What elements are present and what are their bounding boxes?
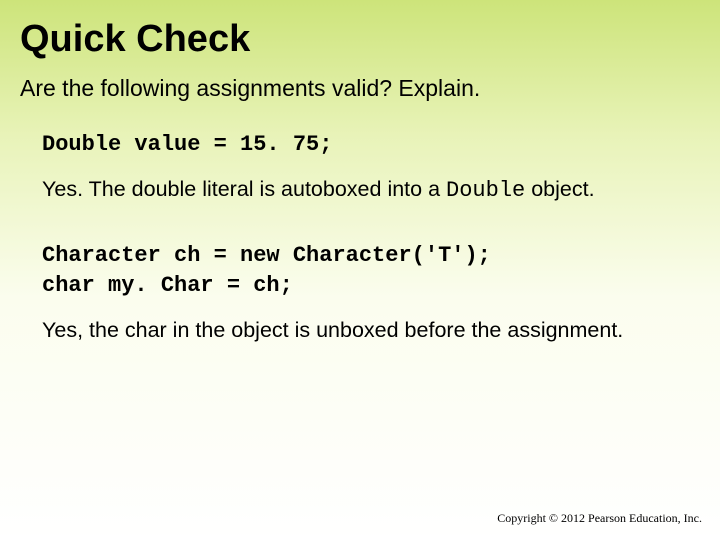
slide-title: Quick Check [20,18,696,61]
code-line-2a: Character ch = new Character('T'); [42,241,696,271]
question-text: Are the following assignments valid? Exp… [20,75,696,102]
code-line-2b: char my. Char = ch; [42,271,696,301]
answer-1-mono: Double [446,178,525,203]
answer-1-post: object. [525,177,594,201]
example-block-2: Character ch = new Character('T'); char … [42,241,696,344]
code-line-1: Double value = 15. 75; [42,130,696,160]
copyright-text: Copyright © 2012 Pearson Education, Inc. [497,511,702,526]
answer-text-2: Yes, the char in the object is unboxed b… [42,317,696,345]
slide: Quick Check Are the following assignment… [0,0,720,540]
answer-text-1: Yes. The double literal is autoboxed int… [42,176,696,206]
example-block-1: Double value = 15. 75; Yes. The double l… [42,130,696,205]
answer-1-pre: Yes. The double literal is autoboxed int… [42,177,446,201]
